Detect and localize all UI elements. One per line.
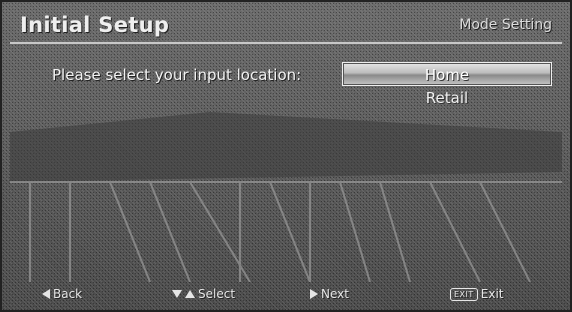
down-arrow-icon (172, 290, 182, 298)
page-title: Initial Setup (20, 13, 170, 37)
location-options: Home Retail (342, 62, 552, 110)
back-label: Back (53, 287, 83, 301)
exit-label: Exit (480, 287, 504, 301)
exit-key-icon: EXIT (450, 287, 478, 301)
select-label: Select (198, 287, 236, 301)
next-label: Next (321, 287, 349, 301)
back-hint[interactable]: Back (42, 287, 82, 301)
input-location-prompt: Please select your input location: (52, 66, 302, 84)
next-hint[interactable]: Next (310, 287, 349, 301)
option-home[interactable]: Home (342, 62, 552, 86)
section-label: Mode Setting (459, 17, 552, 33)
title-bar: Initial Setup Mode Setting (10, 8, 562, 44)
option-retail[interactable]: Retail (342, 86, 552, 110)
left-arrow-icon (42, 289, 50, 299)
up-arrow-icon (185, 290, 195, 298)
setup-screen: Initial Setup Mode Setting Please select… (0, 0, 572, 312)
select-hint[interactable]: Select (172, 287, 235, 301)
background-decoration (10, 112, 562, 282)
exit-hint[interactable]: EXIT Exit (450, 287, 504, 301)
right-arrow-icon (310, 289, 318, 299)
footer-hints: Back Select Next EXIT Exit (10, 282, 562, 306)
